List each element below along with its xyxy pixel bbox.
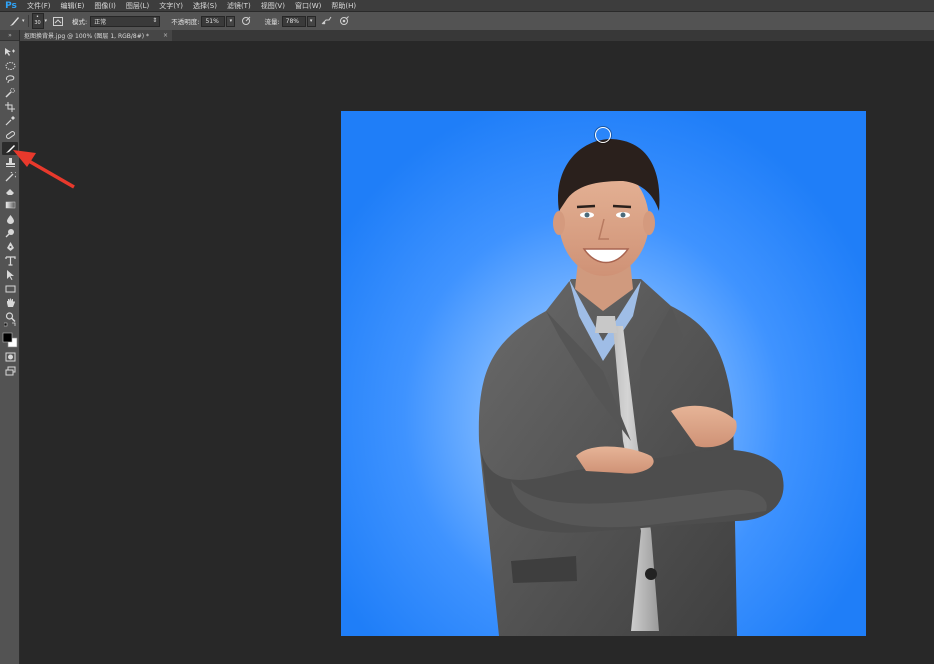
menu-bar: Ps 文件(F) 编辑(E) 图像(I) 图层(L) 文字(Y) 选择(S) 滤… (0, 0, 934, 11)
document-tab-title: 抠图换背景.jpg @ 100% (图层 1, RGB/8#) * (24, 33, 149, 40)
mode-label: 模式: (72, 18, 88, 26)
brush-cursor (595, 127, 611, 143)
mode-select[interactable]: 正常 ⇕ (90, 15, 161, 27)
pressure-opacity-icon[interactable] (240, 15, 252, 27)
document-canvas[interactable] (341, 111, 866, 636)
opacity-value: 51% (205, 17, 219, 25)
flow-slider-toggle[interactable]: ▾ (306, 15, 316, 27)
document-tab-strip: 抠图换背景.jpg @ 100% (图层 1, RGB/8#) * × (20, 30, 934, 41)
menu-layer[interactable]: 图层(L) (121, 1, 154, 11)
screen-mode-icon[interactable] (2, 364, 18, 377)
mode-caret-icon: ⇕ (152, 16, 158, 24)
rectangle-tool[interactable] (2, 282, 18, 295)
brush-preset-caret-icon[interactable]: ▾ (45, 18, 48, 24)
flow-value: 78% (285, 17, 299, 25)
menu-view[interactable]: 视图(V) (256, 1, 290, 11)
brush-tool[interactable] (2, 142, 18, 155)
options-bar: ▾ • 30 ▾ 模式: 正常 ⇕ 不透明度: 51% ▾ 流量: 78% ▾ (0, 11, 934, 31)
opacity-slider-toggle[interactable]: ▾ (226, 15, 236, 27)
photoshop-logo: Ps (5, 0, 17, 11)
opacity-input[interactable]: 51% (201, 15, 226, 27)
menu-file[interactable]: 文件(F) (22, 1, 56, 11)
portrait-photo (478, 139, 784, 636)
pen-tool[interactable] (2, 240, 18, 253)
menu-image[interactable]: 图像(I) (89, 1, 121, 11)
quick-selection-tool[interactable] (2, 86, 18, 99)
eraser-tool[interactable] (2, 184, 18, 197)
history-brush-tool[interactable] (2, 170, 18, 183)
pressure-size-icon[interactable] (338, 15, 350, 27)
swap-colors-icon[interactable] (2, 321, 18, 329)
flow-label: 流量: (264, 18, 280, 26)
toolbox-collapse-icon[interactable]: » (0, 30, 19, 41)
lasso-tool[interactable] (2, 72, 18, 85)
menu-edit[interactable]: 编辑(E) (56, 1, 90, 11)
spot-healing-tool[interactable] (2, 128, 18, 141)
path-selection-tool[interactable] (2, 268, 18, 281)
marquee-tool[interactable] (2, 59, 18, 72)
menu-filter[interactable]: 滤镜(T) (222, 1, 256, 11)
blur-tool[interactable] (2, 212, 18, 225)
eyedropper-tool[interactable] (2, 114, 18, 127)
brush-preset-picker[interactable]: • 30 (31, 13, 44, 29)
airbrush-icon[interactable] (321, 15, 333, 27)
menu-select[interactable]: 选择(S) (188, 1, 222, 11)
hand-tool[interactable] (2, 296, 18, 309)
flow-input[interactable]: 78% (281, 15, 306, 27)
move-tool[interactable] (2, 45, 18, 58)
foreground-background-swatches[interactable] (2, 331, 18, 348)
separator (27, 15, 29, 27)
mode-value: 正常 (94, 18, 107, 26)
toggle-brush-panel-icon[interactable] (52, 15, 64, 27)
document-tab[interactable]: 抠图换背景.jpg @ 100% (图层 1, RGB/8#) * × (20, 30, 172, 41)
clone-stamp-tool[interactable] (2, 156, 18, 169)
menu-help[interactable]: 帮助(H) (326, 1, 361, 11)
crop-tool[interactable] (2, 100, 18, 113)
tool-preset-caret-icon[interactable]: ▾ (22, 18, 25, 24)
type-tool[interactable] (2, 254, 18, 267)
brush-size-value: 30 (34, 20, 41, 26)
dodge-tool[interactable] (2, 226, 18, 239)
menu-window[interactable]: 窗口(W) (290, 1, 326, 11)
close-icon[interactable]: × (163, 32, 168, 39)
quick-mask-icon[interactable] (2, 350, 18, 363)
opacity-label: 不透明度: (171, 18, 200, 26)
gradient-tool[interactable] (2, 198, 18, 211)
brush-icon[interactable] (8, 15, 20, 27)
menu-type[interactable]: 文字(Y) (154, 1, 188, 11)
